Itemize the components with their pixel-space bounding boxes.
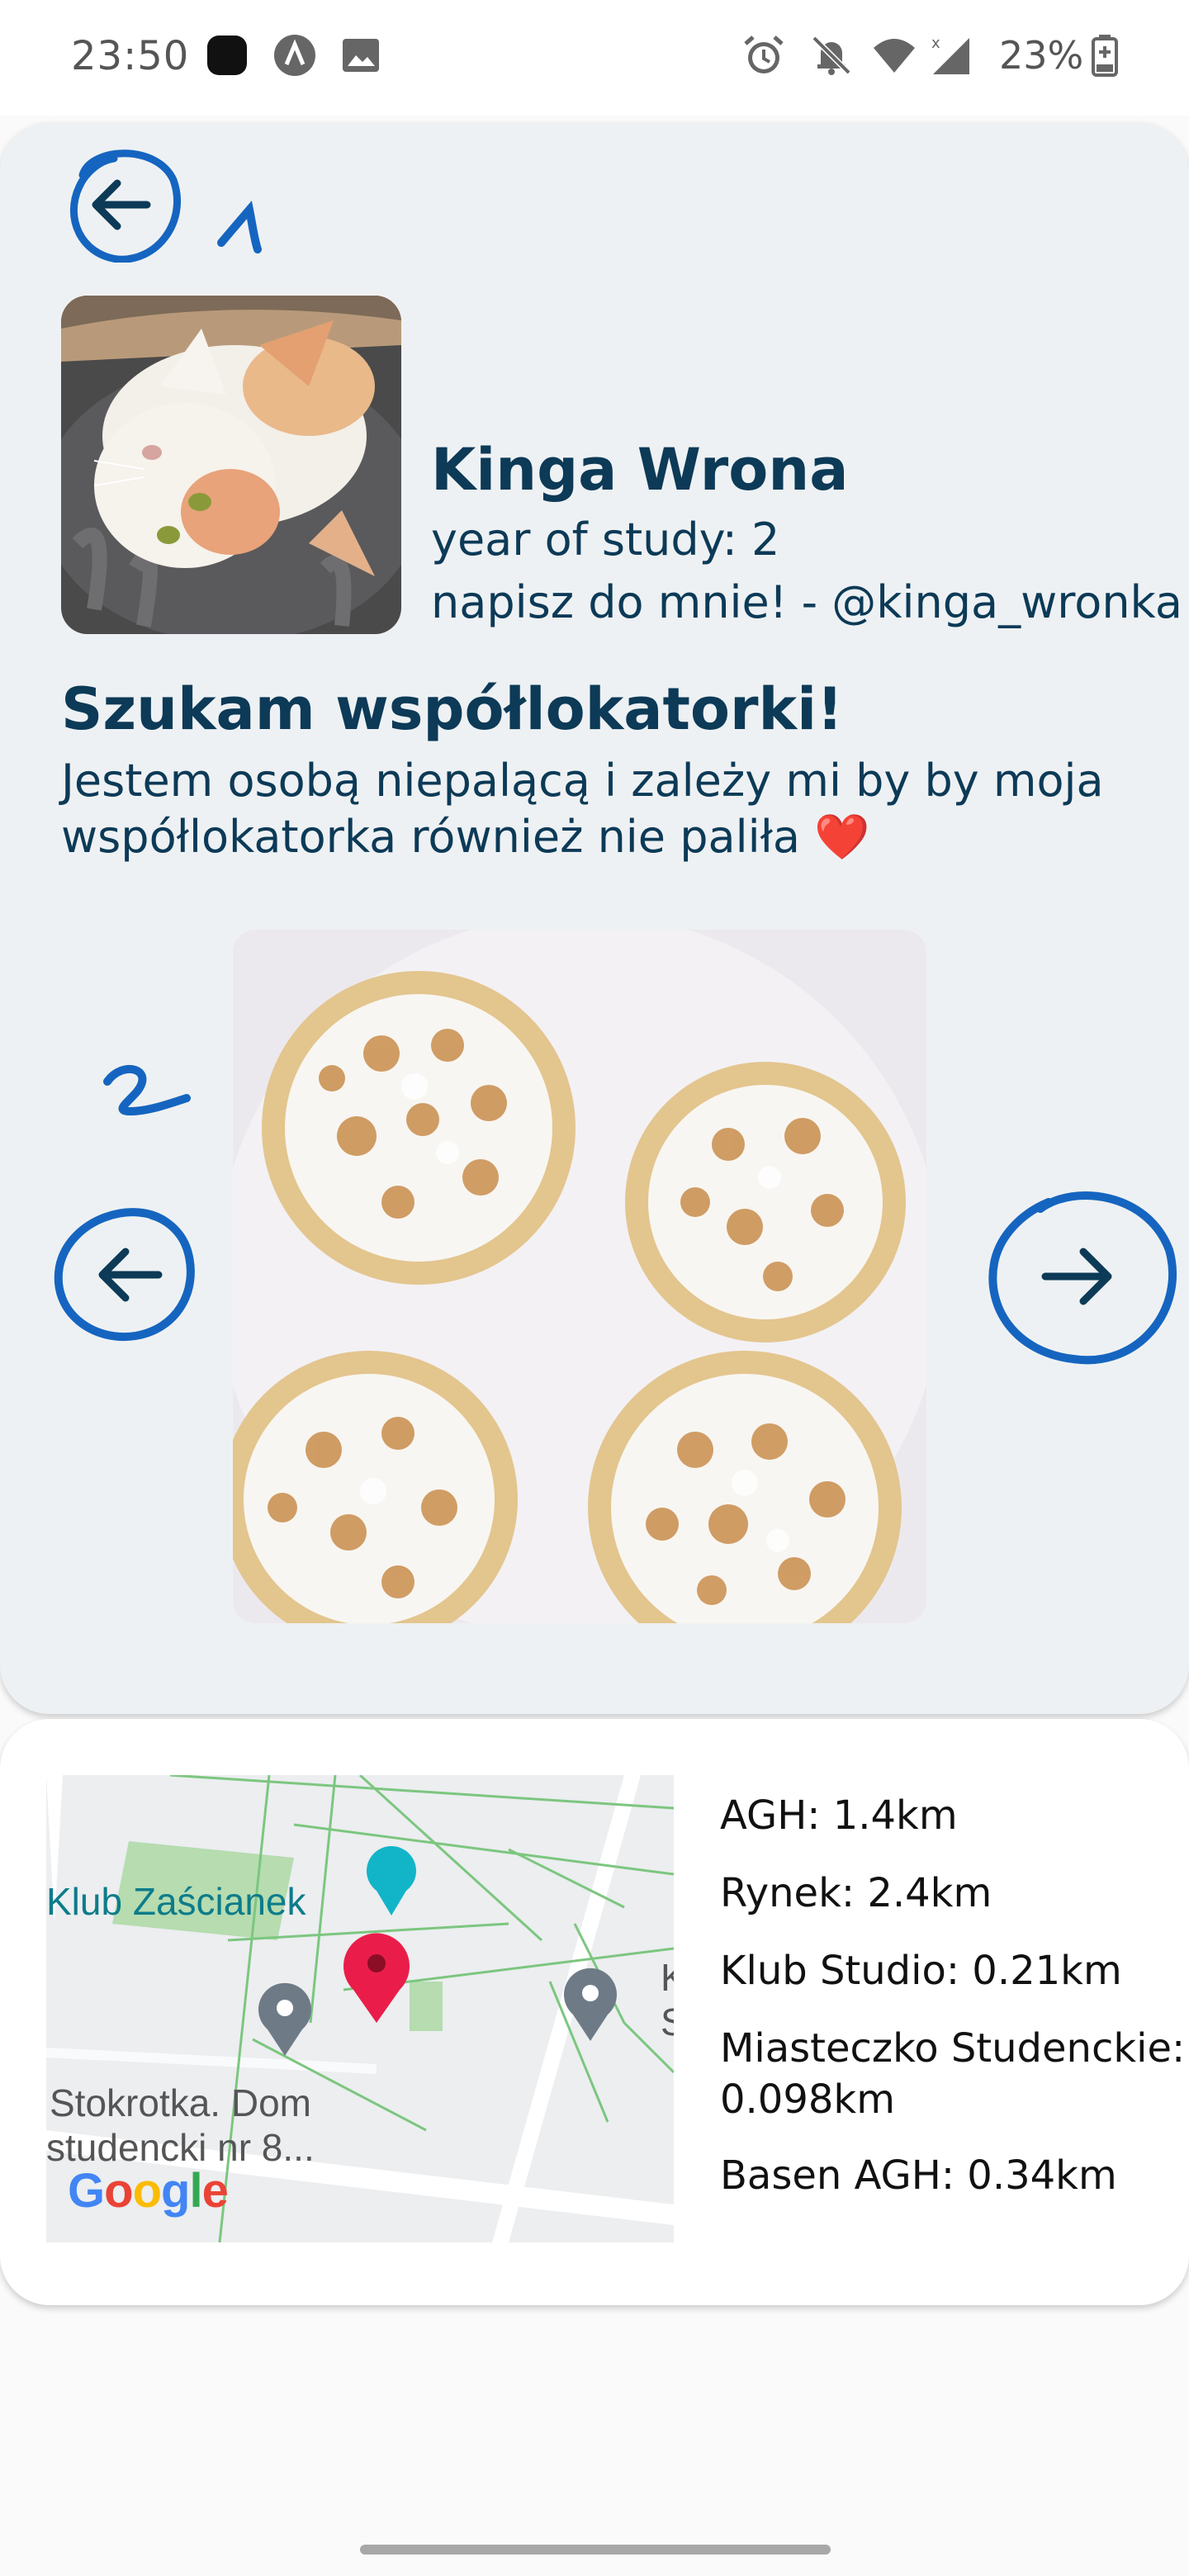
back-button[interactable] [58,139,182,263]
map-label-k: K [661,1956,674,1999]
profile-year: year of study: 2 [431,514,780,566]
app-icon [207,36,247,75]
alarm-icon [744,36,784,73]
image-icon [343,39,379,72]
home-gesture-bar[interactable] [360,2545,831,2555]
distance-agh: AGH: 1.4km [720,1792,958,1839]
listing-description-text: Jestem osobą niepalącą i zależy mi by by… [61,755,1104,863]
profile-contact: napisz do mnie! - @kinga_wronka [431,576,1182,628]
heart-emoji: ❤️ [814,811,870,863]
distance-miasteczko-label: Miasteczko Studenckie: [720,2025,1186,2072]
distance-miasteczko-value: 0.098km [720,2076,895,2123]
clock: 23:50 [71,33,190,79]
wifi-icon [874,39,915,73]
map-label-klub: Klub Zaścianek [46,1880,306,1923]
annotation-2 [103,1065,191,1116]
distance-rynek: Rynek: 2.4km [720,1870,992,1916]
listing-description: Jestem osobą niepalącą i zależy mi by by… [61,753,1135,865]
bell-off-icon [812,36,851,75]
battery-icon [1092,35,1118,77]
tarts-photo [233,930,926,1623]
annotation-1 [217,200,262,253]
google-logo: Google [68,2164,229,2218]
battery-percent: 23% [999,33,1084,78]
map-label-stokrotka: Stokrotka. Dom [50,2081,311,2124]
map-label-s: S [661,2001,674,2043]
a-icon [274,35,315,76]
distance-basen: Basen AGH: 0.34km [720,2152,1117,2199]
listing-photo [233,930,926,1623]
svg-text:x: x [931,35,940,52]
next-photo-button[interactable] [983,1184,1177,1371]
status-bar: 23:50 x 23% [0,0,1189,116]
signal-icon: x [931,35,969,74]
profile-name: Kinga Wrona [431,436,849,504]
cat-photo [61,296,401,634]
previous-photo-button[interactable] [53,1200,198,1346]
avatar [61,296,401,634]
listing-title: Szukam współlokatorki! [61,675,844,743]
map-view[interactable]: Klub Zaścianek Stokrotka. Dom studencki … [46,1775,674,2242]
distance-klub-studio: Klub Studio: 0.21km [720,1948,1122,1994]
